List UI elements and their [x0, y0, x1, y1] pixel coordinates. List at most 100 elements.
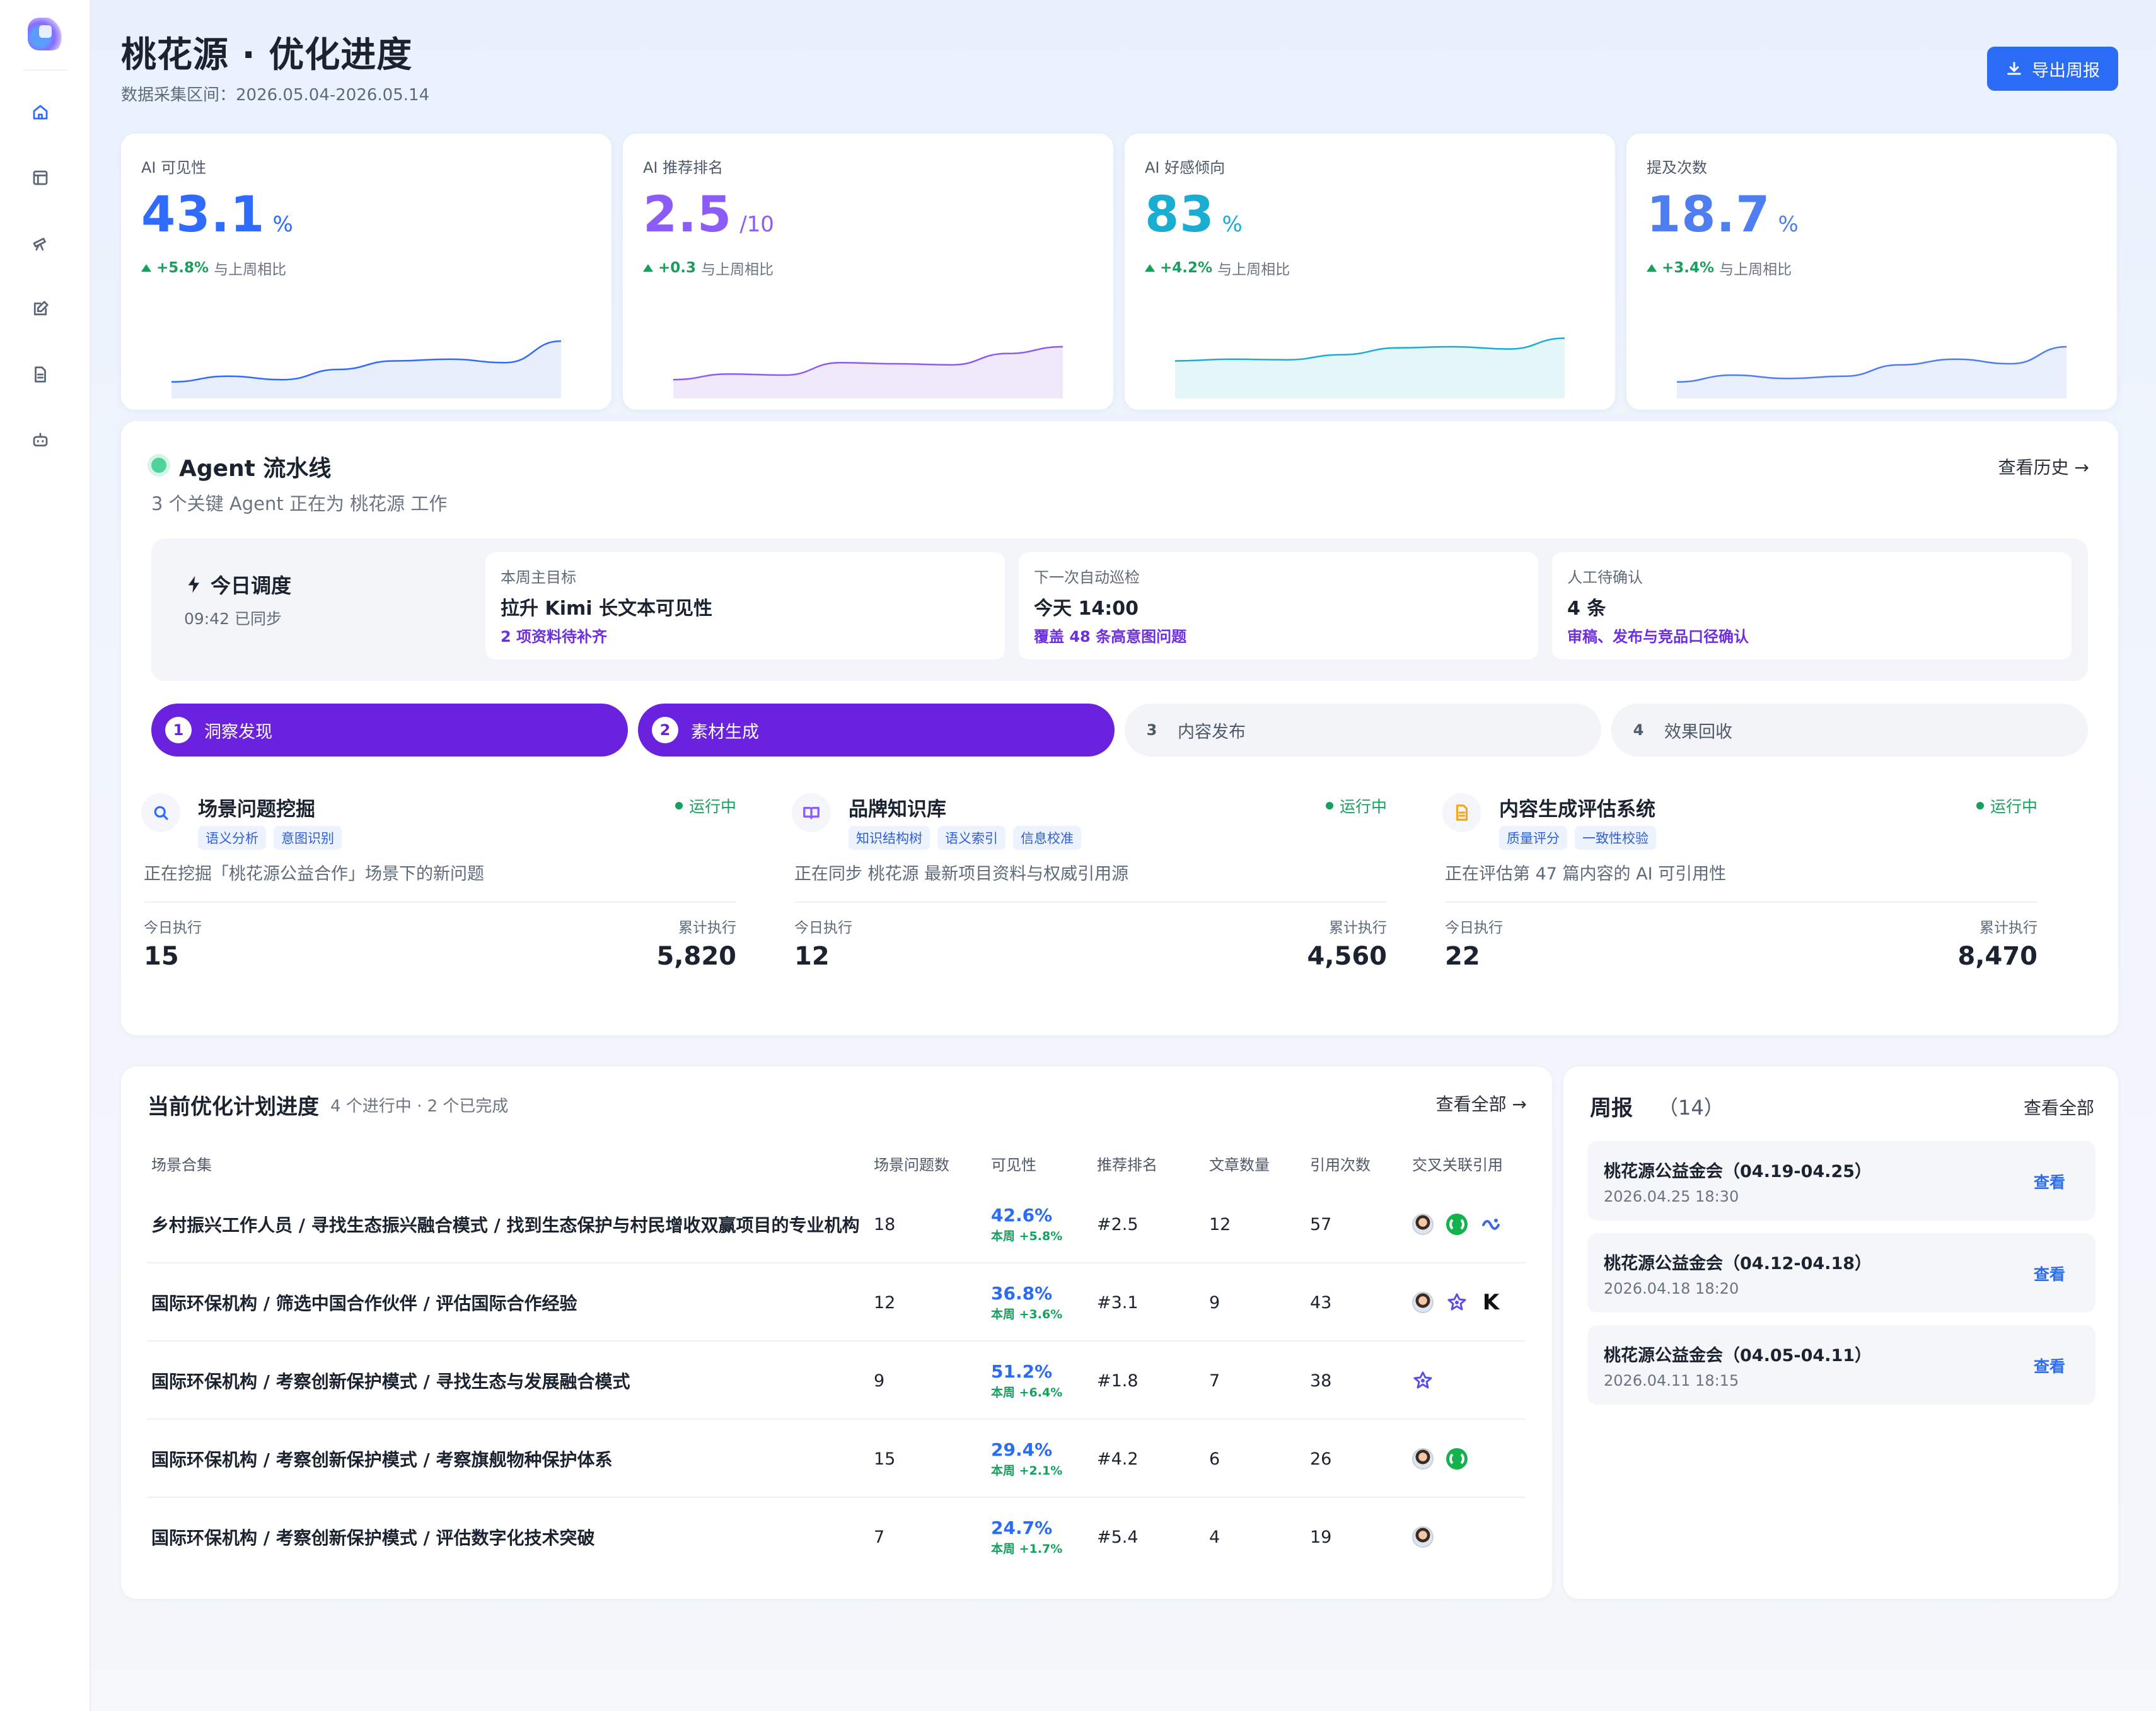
kpi-delta-note: 与上周相比 — [1217, 262, 1290, 278]
today-runs: 今日执行 12 — [794, 920, 852, 971]
agent-card-description: 正在挖掘「桃花源公益合作」场景下的新问题 — [144, 864, 484, 884]
edit-icon[interactable] — [28, 296, 53, 322]
view-report-button[interactable]: 查看 — [2034, 1262, 2065, 1285]
report-name: 桃花源公益金会（04.05-04.11） — [1604, 1346, 1872, 1366]
scenario-name: 国际环保机构 / 考察创新保护模式 / 寻找生态与发展融合模式 — [151, 1371, 630, 1392]
agent-card-knowledge[interactable]: 品牌知识库 运行中 知识结构树 语义索引 信息校准 正在同步 桃花源 最新项目资… — [774, 775, 1405, 1011]
table-row[interactable]: 国际环保机构 / 考察创新保护模式 / 评估数字化技术突破 7 24.7% 本周 +1… — [148, 1498, 1526, 1576]
source-star-icon[interactable] — [1412, 1370, 1434, 1391]
visibility-cell: 29.4% 本周 +2.1% — [991, 1420, 1062, 1498]
schedule-card-note[interactable]: 2 项资料待补齐 — [501, 624, 607, 646]
step-insight[interactable]: 1 洞察发现 — [151, 704, 628, 757]
schedule-card-value: 今天 14:00 — [1034, 598, 1139, 620]
source-face-icon[interactable] — [1412, 1526, 1434, 1548]
kpi-unit: /10 — [739, 212, 774, 237]
tag: 一致性校验 — [1575, 826, 1656, 850]
source-green-icon[interactable] — [1446, 1448, 1468, 1470]
schedule-title: 今日调度 — [211, 574, 292, 598]
plan-meta: 4 个进行中 · 2 个已完成 — [330, 1097, 509, 1116]
view-report-button[interactable]: 查看 — [2034, 1354, 2065, 1377]
weekly-reports-panel: 周报 （14） 查看全部 桃花源公益金会（04.19-04.25） 2026.0… — [1563, 1067, 2118, 1599]
agent-card-title: 品牌知识库 — [849, 798, 946, 821]
weekly-report-item[interactable]: 桃花源公益金会（04.05-04.11） 2026.04.11 18:15 查看 — [1587, 1325, 2095, 1405]
source-k-icon[interactable]: K — [1480, 1290, 1502, 1315]
weekly-report-item[interactable]: 桃花源公益金会（04.12-04.18） 2026.04.18 18:20 查看 — [1587, 1233, 2095, 1313]
rank-cell: #4.2 — [1097, 1449, 1139, 1469]
source-green-icon[interactable] — [1446, 1214, 1468, 1235]
kpi-delta: +5.8% 与上周相比 — [141, 257, 286, 279]
status-badge: 运行中 — [675, 794, 736, 817]
search-icon — [141, 793, 180, 832]
agent-card-scenario[interactable]: 场景问题挖掘 运行中 语义分析 意图识别 正在挖掘「桃花源公益合作」场景下的新问… — [124, 775, 754, 1011]
divider — [144, 902, 736, 903]
agent-pipeline-panel: Agent 流水线 3 个关键 Agent 正在为 桃花源 工作 查看历史 → … — [121, 421, 2118, 1035]
sparkline-area — [171, 341, 561, 398]
source-face-icon[interactable] — [1412, 1448, 1434, 1470]
agent-card-tags: 质量评分 一致性校验 — [1499, 826, 1656, 850]
cross-reference-sources — [1412, 1420, 1468, 1498]
schedule-card-note[interactable]: 覆盖 48 条高意图问题 — [1034, 624, 1186, 646]
view-all-link[interactable]: 查看全部 → — [1436, 1091, 1527, 1116]
step-number: 4 — [1633, 721, 1644, 739]
kpi-card-mentions: 提及次数 18.7 % +3.4% 与上周相比 — [1626, 134, 2117, 410]
table-row[interactable]: 国际环保机构 / 考察创新保护模式 / 寻找生态与发展融合模式 9 51.2% 本周 … — [148, 1342, 1526, 1420]
export-weekly-button[interactable]: 导出周报 — [1987, 47, 2118, 91]
home-icon[interactable] — [28, 100, 53, 125]
weekly-report-item[interactable]: 桃花源公益金会（04.19-04.25） 2026.04.25 18:30 查看 — [1587, 1141, 2095, 1221]
kpi-delta-note: 与上周相比 — [214, 262, 287, 278]
visibility-cell: 51.2% 本周 +6.4% — [991, 1342, 1062, 1420]
tag: 质量评分 — [1499, 826, 1567, 850]
source-face-icon[interactable] — [1412, 1292, 1434, 1313]
table-row[interactable]: 乡村振兴工作人员 / 寻找生态振兴融合模式 / 找到生态保护与村民增收双赢项目的… — [148, 1185, 1526, 1263]
weekly-view-all-link[interactable]: 查看全部 — [2024, 1094, 2094, 1120]
report-date: 2026.04.18 18:20 — [1604, 1280, 1739, 1297]
sidebar-divider — [23, 69, 68, 71]
kpi-label: AI 推荐排名 — [643, 159, 724, 177]
scenario-name: 国际环保机构 / 筛选中国合作伙伴 / 评估国际合作经验 — [151, 1293, 577, 1314]
rank-cell: #3.1 — [1097, 1292, 1139, 1313]
robot-icon[interactable] — [28, 427, 53, 453]
date-range: 数据采集区间：2026.05.04-2026.05.14 — [121, 86, 430, 105]
column-header: 场景合集 — [151, 1156, 212, 1174]
today-runs: 今日执行 15 — [144, 920, 202, 971]
live-status-dot — [151, 458, 166, 473]
table-row[interactable]: 国际环保机构 / 考察创新保护模式 / 考察旗舰物种保护体系 15 29.4% 本周 … — [148, 1420, 1526, 1498]
layout-icon[interactable] — [28, 165, 53, 190]
view-history-link[interactable]: 查看历史 → — [1998, 454, 2089, 479]
app-logo[interactable] — [28, 18, 63, 50]
tag: 语义分析 — [198, 826, 266, 850]
export-label: 导出周报 — [2032, 61, 2100, 81]
step-publish[interactable]: 3 内容发布 — [1125, 704, 1601, 757]
step-material[interactable]: 2 素材生成 — [638, 704, 1115, 757]
articles-cell: 4 — [1209, 1527, 1220, 1547]
schedule-card-label: 下一次自动巡检 — [1034, 569, 1140, 586]
step-label: 素材生成 — [691, 722, 759, 742]
book-icon — [792, 793, 831, 832]
view-report-button[interactable]: 查看 — [2034, 1170, 2065, 1193]
status-badge: 运行中 — [1976, 794, 2037, 817]
source-wave-icon[interactable] — [1480, 1214, 1502, 1235]
articles-cell: 9 — [1209, 1292, 1220, 1313]
step-label: 洞察发现 — [204, 722, 272, 742]
today-runs: 今日执行 22 — [1445, 920, 1503, 971]
step-number: 1 — [165, 717, 192, 743]
scenario-name: 乡村振兴工作人员 / 寻找生态振兴融合模式 / 找到生态保护与村民增收双赢项目的… — [151, 1215, 860, 1236]
agent-card-evaluation[interactable]: 内容生成评估系统 运行中 质量评分 一致性校验 正在评估第 47 篇内容的 AI… — [1425, 775, 2055, 1011]
source-star-icon[interactable] — [1446, 1292, 1468, 1313]
step-feedback[interactable]: 4 效果回收 — [1611, 704, 2088, 757]
kpi-number: 2.5 — [643, 187, 733, 243]
step-number: 3 — [1146, 721, 1157, 739]
schedule-card-inspection: 下一次自动巡检 今天 14:00 覆盖 48 条高意图问题 — [1019, 552, 1538, 659]
table-row[interactable]: 国际环保机构 / 筛选中国合作伙伴 / 评估国际合作经验 12 36.8% 本周 +3… — [148, 1263, 1526, 1342]
plan-progress-panel: 当前优化计划进度 4 个进行中 · 2 个已完成 查看全部 → 场景合集 场景问… — [121, 1067, 1552, 1599]
tag: 知识结构树 — [849, 826, 930, 850]
document-icon[interactable] — [28, 362, 53, 387]
schedule-card-note[interactable]: 审稿、发布与竞品口径确认 — [1567, 624, 1749, 646]
source-face-icon[interactable] — [1412, 1214, 1434, 1235]
step-number: 2 — [652, 717, 678, 743]
weekly-title: 周报 — [1590, 1096, 1633, 1121]
rank-cell: #1.8 — [1097, 1371, 1139, 1391]
questions-cell: 9 — [874, 1371, 885, 1391]
telescope-icon[interactable] — [28, 231, 53, 256]
kpi-label: AI 可见性 — [141, 159, 207, 177]
